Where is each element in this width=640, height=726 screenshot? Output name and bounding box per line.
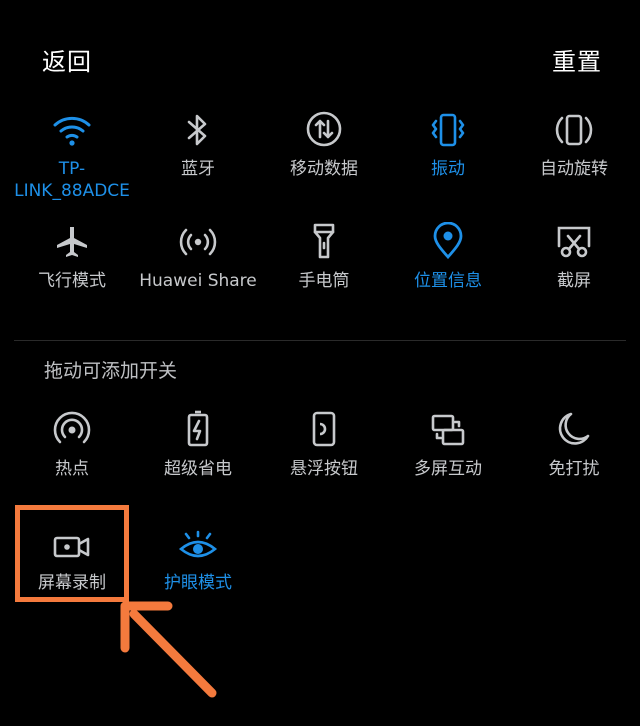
bluetooth-label: 蓝牙 bbox=[181, 159, 215, 179]
multi-screen-icon bbox=[385, 404, 511, 448]
screenshot-icon bbox=[511, 216, 637, 260]
reset-button[interactable]: 重置 bbox=[552, 42, 602, 77]
section-divider bbox=[14, 340, 626, 341]
toggle-floating-button[interactable]: 悬浮按钮 bbox=[261, 404, 387, 480]
multi-screen-label: 多屏互动 bbox=[414, 459, 482, 479]
toggle-mobile-data[interactable]: 移动数据 bbox=[261, 104, 387, 180]
bluetooth-icon bbox=[135, 104, 261, 148]
battery-saver-icon bbox=[135, 404, 261, 448]
wifi-icon bbox=[9, 104, 135, 148]
toggle-airplane[interactable]: 飞行模式 bbox=[9, 216, 135, 292]
auto-rotate-label: 自动旋转 bbox=[540, 159, 608, 179]
toggle-screenshot[interactable]: 截屏 bbox=[511, 216, 637, 292]
back-button[interactable]: 返回 bbox=[42, 42, 92, 77]
do-not-disturb-label: 免打扰 bbox=[548, 459, 600, 479]
vibrate-icon bbox=[385, 104, 511, 148]
toggle-battery-saver[interactable]: 超级省电 bbox=[135, 404, 261, 480]
toggle-flashlight[interactable]: 手电筒 bbox=[261, 216, 387, 292]
drag-to-add-title: 拖动可添加开关 bbox=[44, 360, 178, 382]
toggle-wifi[interactable]: TP- LINK_88ADCE bbox=[9, 104, 135, 202]
flashlight-icon bbox=[261, 216, 387, 260]
toggle-hotspot[interactable]: 热点 bbox=[9, 404, 135, 480]
eye-comfort-icon bbox=[135, 518, 261, 562]
hotspot-label: 热点 bbox=[55, 459, 89, 479]
highlight-box bbox=[15, 505, 129, 602]
battery-saver-label: 超级省电 bbox=[164, 459, 232, 479]
toggle-eye-comfort[interactable]: 护眼模式 bbox=[135, 518, 261, 594]
hotspot-icon bbox=[9, 404, 135, 448]
huawei-share-icon bbox=[135, 216, 261, 260]
location-icon bbox=[385, 216, 511, 260]
eye-comfort-label: 护眼模式 bbox=[164, 573, 232, 593]
airplane-icon bbox=[9, 216, 135, 260]
mobile-data-icon bbox=[261, 104, 387, 148]
toggle-bluetooth[interactable]: 蓝牙 bbox=[135, 104, 261, 180]
toggle-auto-rotate[interactable]: 自动旋转 bbox=[511, 104, 637, 180]
toggle-multi-screen[interactable]: 多屏互动 bbox=[385, 404, 511, 480]
flashlight-label: 手电筒 bbox=[298, 271, 350, 291]
auto-rotate-icon bbox=[511, 104, 637, 148]
toggle-vibrate[interactable]: 振动 bbox=[385, 104, 511, 180]
floating-button-label: 悬浮按钮 bbox=[290, 459, 358, 479]
screenshot-label: 截屏 bbox=[557, 271, 591, 291]
header-bar: 返回 重置 bbox=[0, 42, 640, 78]
huawei-share-label: Huawei Share bbox=[139, 271, 257, 291]
floating-button-icon bbox=[261, 404, 387, 448]
toggle-huawei-share[interactable]: Huawei Share bbox=[135, 216, 261, 292]
vibrate-label: 振动 bbox=[431, 159, 465, 179]
wifi-label: TP- LINK_88ADCE bbox=[14, 159, 130, 201]
do-not-disturb-icon bbox=[511, 404, 637, 448]
toggle-do-not-disturb[interactable]: 免打扰 bbox=[511, 404, 637, 480]
toggle-location[interactable]: 位置信息 bbox=[385, 216, 511, 292]
mobile-data-label: 移动数据 bbox=[290, 159, 358, 179]
location-label: 位置信息 bbox=[414, 271, 482, 291]
airplane-label: 飞行模式 bbox=[38, 271, 106, 291]
